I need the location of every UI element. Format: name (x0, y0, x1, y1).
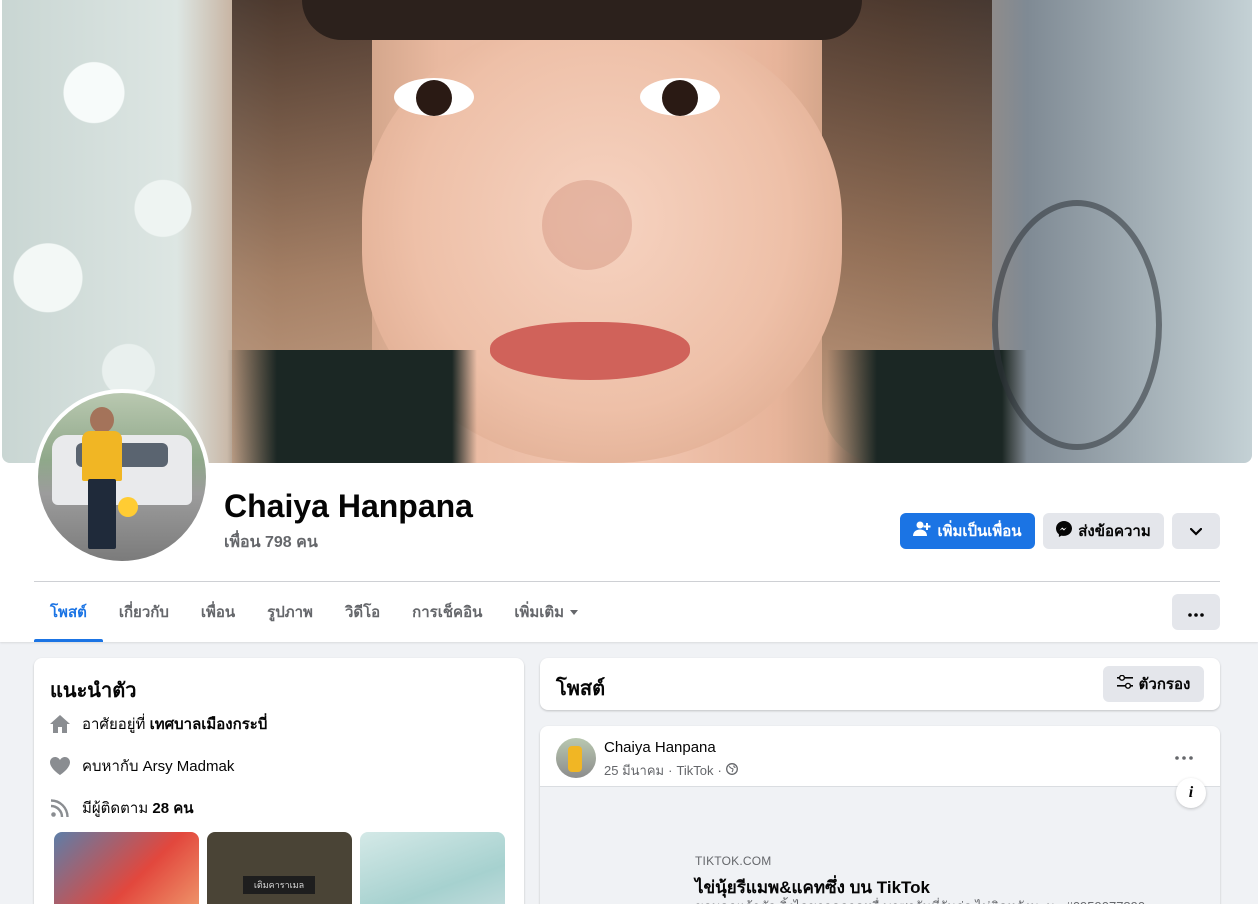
heart-icon (50, 756, 70, 776)
posts-header-card: โพสต์ ตัวกรอง (540, 658, 1220, 710)
tabs-more-button[interactable] (1172, 594, 1220, 630)
link-description: ขอบคุณเจ้าตัว ลิ้งไอขาวคลาดหรื่ พาซาวันท… (695, 896, 1205, 904)
add-friend-button[interactable]: เพิ่มเป็นเพื่อน (900, 513, 1035, 549)
globe-icon (725, 763, 738, 778)
add-friend-label: เพิ่มเป็นเพื่อน (937, 523, 1022, 540)
featured-photo[interactable] (54, 832, 199, 904)
post-date[interactable]: 25 มีนาคม (604, 760, 664, 781)
home-icon (50, 714, 70, 734)
more-dots-icon (1175, 747, 1193, 765)
add-friend-icon (913, 521, 931, 541)
post-author-name[interactable]: Chaiya Hanpana (604, 739, 716, 756)
info-icon[interactable]: i (1176, 778, 1206, 808)
followers-count-link[interactable]: 28 คน (152, 800, 193, 817)
posts-title: โพสต์ (556, 678, 606, 700)
friends-count[interactable]: เพื่อน 798 คน (224, 530, 318, 555)
featured-photo[interactable]: เติมคาราเมล (207, 832, 352, 904)
profile-more-dropdown[interactable] (1172, 513, 1220, 549)
tab-posts[interactable]: โพสต์ (34, 582, 103, 642)
avatar (38, 393, 206, 561)
send-message-button[interactable]: ส่งข้อความ (1043, 513, 1164, 549)
featured-photos: เติมคาราเมล (54, 832, 505, 904)
tab-about[interactable]: เกี่ยวกับ (103, 582, 185, 642)
tab-more[interactable]: เพิ่มเติม (498, 582, 594, 642)
profile-tabs: โพสต์ เกี่ยวกับ เพื่อน รูปภาพ วิดีโอ การ… (34, 582, 594, 642)
featured-photo[interactable] (360, 832, 505, 904)
filter-button[interactable]: ตัวกรอง (1103, 666, 1204, 702)
link-domain: TIKTOK.COM (695, 854, 772, 868)
post-meta: 25 มีนาคม · TikTok · (604, 760, 738, 781)
emoji-sticker (118, 497, 138, 517)
profile-name: Chaiya Hanpana (224, 488, 473, 524)
filter-label: ตัวกรอง (1138, 676, 1191, 693)
post-card: Chaiya Hanpana 25 มีนาคม · TikTok · i TI… (540, 726, 1220, 904)
intro-lives-in: อาศัยอยู่ที่ เทศบาลเมืองกระบี่ (50, 712, 267, 736)
intro-relationship: คบหากับ Arsy Madmak (50, 754, 234, 778)
intro-title: แนะนำตัว (50, 680, 137, 702)
lives-place-link[interactable]: เทศบาลเมืองกระบี่ (150, 716, 268, 733)
tab-checkins[interactable]: การเช็คอิน (396, 582, 498, 642)
chevron-down-icon (1189, 523, 1203, 540)
photo-caption: เติมคาราเมล (243, 876, 315, 894)
more-dots-icon (1188, 604, 1204, 621)
intro-card: แนะนำตัว อาศัยอยู่ที่ เทศบาลเมืองกระบี่ … (34, 658, 524, 904)
send-message-label: ส่งข้อความ (1078, 523, 1151, 540)
post-options-button[interactable] (1166, 738, 1202, 774)
profile-picture[interactable] (34, 389, 210, 565)
tab-videos[interactable]: วิดีโอ (329, 582, 396, 642)
post-source[interactable]: TikTok (676, 763, 713, 778)
post-author-avatar[interactable] (556, 738, 596, 778)
cover-photo[interactable] (2, 0, 1252, 463)
filter-icon (1116, 674, 1133, 693)
tab-photos[interactable]: รูปภาพ (251, 582, 329, 642)
caret-down-icon (570, 609, 579, 615)
messenger-icon (1056, 521, 1073, 541)
intro-followers: มีผู้ติดตาม 28 คน (50, 796, 194, 820)
tab-friends[interactable]: เพื่อน (185, 582, 251, 642)
rss-icon (50, 798, 70, 818)
